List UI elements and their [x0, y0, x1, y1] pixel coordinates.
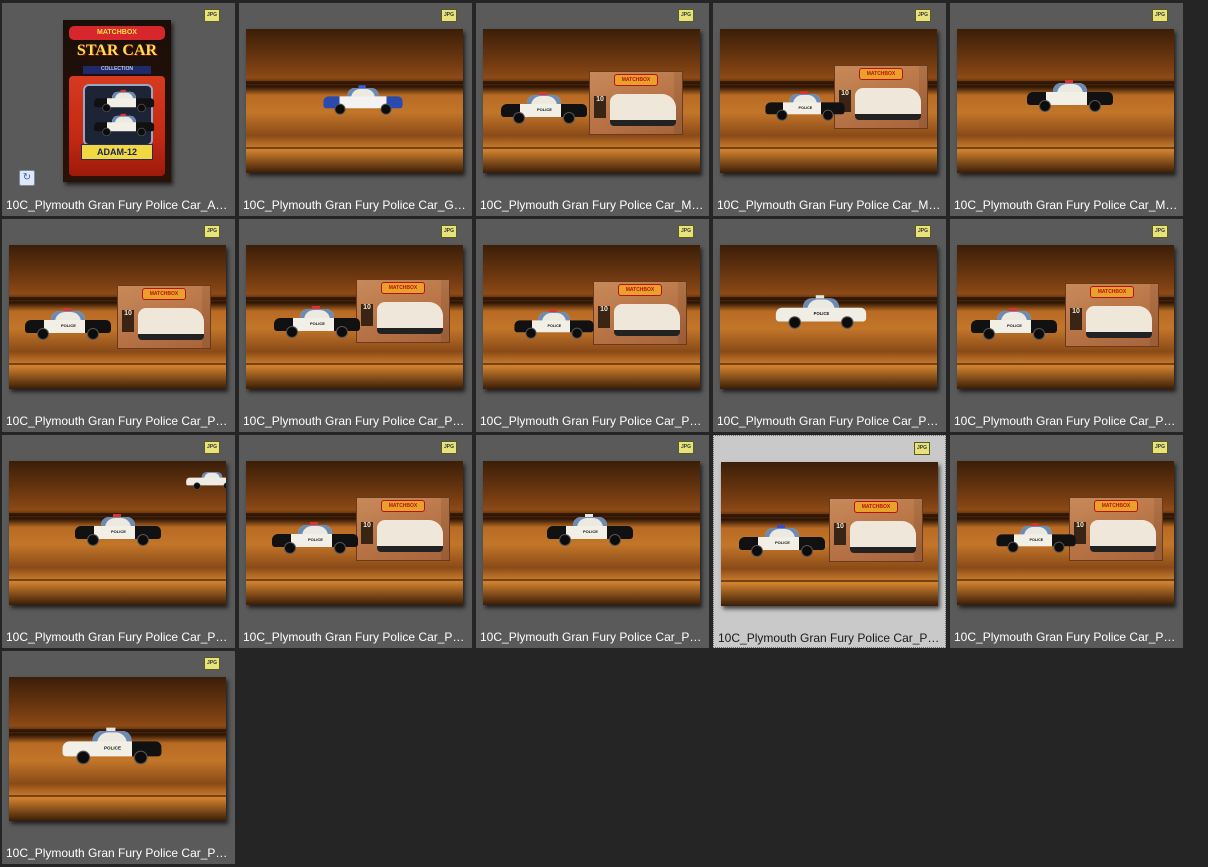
car-model: POLICE	[996, 523, 1076, 553]
thumbnail-tile[interactable]: JPG MATCHBOX 10 POLICE 10C_Plymouth Gran …	[2, 219, 235, 432]
car-model	[186, 472, 226, 490]
jpg-badge-icon: JPG	[678, 225, 694, 238]
car-model	[323, 85, 403, 115]
thumbnail-image: MATCHBOX 10 POLICE	[9, 245, 226, 389]
thumbnail-caption: 10C_Plymouth Gran Fury Police Car_Police…	[6, 630, 235, 644]
thumbnail-caption: 10C_Plymouth Gran Fury Police Car_G12_li…	[243, 198, 472, 212]
product-box: MATCHBOX 10	[1069, 497, 1163, 561]
thumbnail-grid: JPG MATCHBOX STAR CAR COLLECTION ADAM-12…	[2, 3, 1187, 864]
thumbnail-caption: 10C_Plymouth Gran Fury Police Car_Police…	[6, 414, 235, 428]
card-window	[83, 84, 155, 146]
thumbnail-tile[interactable]: JPG MATCHBOX 10 POLICE 10C_Plymouth Gran …	[950, 219, 1183, 432]
product-box: MATCHBOX 10	[356, 279, 450, 343]
jpg-badge-icon: JPG	[1152, 225, 1168, 238]
thumbnail-image	[957, 29, 1174, 173]
thumbnail-caption: 10C_Plymouth Gran Fury Police Car_Metro.…	[480, 198, 709, 212]
thumbnail-tile[interactable]: JPG MATCHBOX 10 POLICE 10C_Plymouth Gran …	[239, 435, 472, 648]
thumbnail-caption: 10C_Plymouth Gran Fury Police Car_Police…	[243, 630, 472, 644]
jpg-badge-icon: JPG	[204, 225, 220, 238]
jpg-badge-icon: JPG	[678, 441, 694, 454]
thumbnail-image: MATCHBOX 10 POLICE	[957, 461, 1174, 605]
thumbnail-caption: 10C_Plymouth Gran Fury Police Car_Police…	[480, 630, 709, 644]
car-model: POLICE	[501, 92, 587, 124]
product-box: MATCHBOX 10	[829, 498, 923, 562]
jpg-badge-icon: JPG	[204, 441, 220, 454]
thumbnail-caption: 10C_Plymouth Gran Fury Police Car_Police…	[480, 414, 709, 428]
car-model: POLICE	[514, 309, 594, 339]
sync-icon[interactable]: ↻	[19, 170, 35, 186]
product-box: MATCHBOX 10	[1065, 283, 1159, 347]
jpg-badge-icon: JPG	[914, 442, 930, 455]
thumbnail-caption: 10C_Plymouth Gran Fury Police Car_Police…	[6, 846, 235, 860]
thumbnail-image: MATCHBOX 10 POLICE	[246, 245, 463, 389]
thumbnail-image: POLICE	[483, 461, 700, 605]
thumbnail-image: MATCHBOX 10 POLICE	[720, 29, 937, 173]
thumbnail-tile[interactable]: JPG MATCHBOX STAR CAR COLLECTION ADAM-12…	[2, 3, 235, 216]
thumbnail-image: MATCHBOX 10 POLICE	[246, 461, 463, 605]
thumbnail-image: POLICE	[9, 677, 226, 821]
jpg-badge-icon: JPG	[678, 9, 694, 22]
thumbnail-tile[interactable]: JPG MATCHBOX 10 POLICE 10C_Plymouth Gran …	[950, 435, 1183, 648]
jpg-badge-icon: JPG	[1152, 441, 1168, 454]
thumbnail-tile[interactable]: JPG POLICE 10C_Plymouth Gran Fury Police…	[2, 435, 235, 648]
thumbnail-caption: 10C_Plymouth Gran Fury Police Car_ADAM-1…	[6, 198, 235, 212]
jpg-badge-icon: JPG	[204, 9, 220, 22]
car-model: POLICE	[75, 514, 161, 546]
jpg-badge-icon: JPG	[1152, 9, 1168, 22]
thumbnail-image: MATCHBOX 10 POLICE	[483, 29, 700, 173]
car-model: POLICE	[739, 525, 825, 557]
thumbnail-image: POLICE	[9, 461, 226, 605]
car-model: POLICE	[775, 295, 867, 329]
jpg-badge-icon: JPG	[441, 225, 457, 238]
thumbnail-caption: 10C_Plymouth Gran Fury Police Car_Police…	[718, 631, 945, 645]
car-model: POLICE	[272, 522, 358, 554]
car-model: POLICE	[62, 727, 162, 765]
card-badge: ADAM-12	[81, 144, 153, 160]
thumbnail-caption: 10C_Plymouth Gran Fury Police Car_Police…	[954, 630, 1183, 644]
jpg-badge-icon: JPG	[204, 657, 220, 670]
thumbnail-tile[interactable]: JPG POLICE 10C_Plymouth Gran Fury Police…	[713, 219, 946, 432]
thumbnail-image: POLICE	[720, 245, 937, 389]
thumbnail-tile[interactable]: JPG MATCHBOX 10 POLICE 10C_Plymouth Gran …	[476, 3, 709, 216]
thumbnail-image: MATCHBOX 10 POLICE	[721, 462, 938, 606]
thumbnail-tile[interactable]: JPG MATCHBOX 10 POLICE 10C_Plymouth Gran …	[239, 219, 472, 432]
product-box: MATCHBOX 10	[356, 497, 450, 561]
jpg-badge-icon: JPG	[441, 441, 457, 454]
jpg-badge-icon: JPG	[441, 9, 457, 22]
thumbnail-tile[interactable]: JPG POLICE 10C_Plymouth Gran Fury Police…	[2, 651, 235, 864]
thumbnail-tile[interactable]: JPG MATCHBOX 10 POLICE 10C_Plymouth Gran …	[713, 3, 946, 216]
product-box: MATCHBOX 10	[589, 71, 683, 135]
thumbnail-caption: 10C_Plymouth Gran Fury Police Car_Metro.…	[717, 198, 946, 212]
thumbnail-tile[interactable]: JPG 10C_Plymouth Gran Fury Police Car_Me…	[950, 3, 1183, 216]
thumbnail-tile[interactable]: JPG 10C_Plymouth Gran Fury Police Car_G1…	[239, 3, 472, 216]
product-box: MATCHBOX 10	[117, 285, 211, 349]
card-brand: MATCHBOX	[69, 26, 165, 40]
car-model: POLICE	[25, 308, 111, 340]
car-model	[93, 89, 155, 113]
thumbnail-caption: 10C_Plymouth Gran Fury Police Car_Police…	[243, 414, 472, 428]
product-box: MATCHBOX 10	[834, 65, 928, 129]
card-subtitle: COLLECTION	[83, 66, 151, 74]
product-box: MATCHBOX 10	[593, 281, 687, 345]
car-model	[93, 113, 155, 137]
thumbnail-tile[interactable]: JPG POLICE 10C_Plymouth Gran Fury Police…	[476, 435, 709, 648]
jpg-badge-icon: JPG	[915, 9, 931, 22]
thumbnail-caption: 10C_Plymouth Gran Fury Police Car_Metro.…	[954, 198, 1183, 212]
thumbnail-image: MATCHBOX STAR CAR COLLECTION ADAM-12	[63, 20, 171, 182]
thumbnail-image: MATCHBOX 10 POLICE	[483, 245, 700, 389]
car-model: POLICE	[274, 306, 360, 338]
car-model	[1027, 80, 1113, 112]
thumbnail-tile[interactable]: JPG MATCHBOX 10 POLICE 10C_Plymouth Gran …	[476, 219, 709, 432]
thumbnail-caption: 10C_Plymouth Gran Fury Police Car_Police…	[954, 414, 1183, 428]
thumbnail-image	[246, 29, 463, 173]
car-model: POLICE	[765, 91, 845, 121]
thumbnail-tile-selected[interactable]: JPG MATCHBOX 10 POLICE 10C_Plymouth Gran …	[713, 435, 946, 648]
car-model: POLICE	[547, 514, 633, 546]
thumbnail-caption: 10C_Plymouth Gran Fury Police Car_Police…	[717, 414, 946, 428]
card-title: STAR CAR	[76, 42, 158, 59]
thumbnail-image: MATCHBOX 10 POLICE	[957, 245, 1174, 389]
car-model: POLICE	[971, 308, 1057, 340]
jpg-badge-icon: JPG	[915, 225, 931, 238]
